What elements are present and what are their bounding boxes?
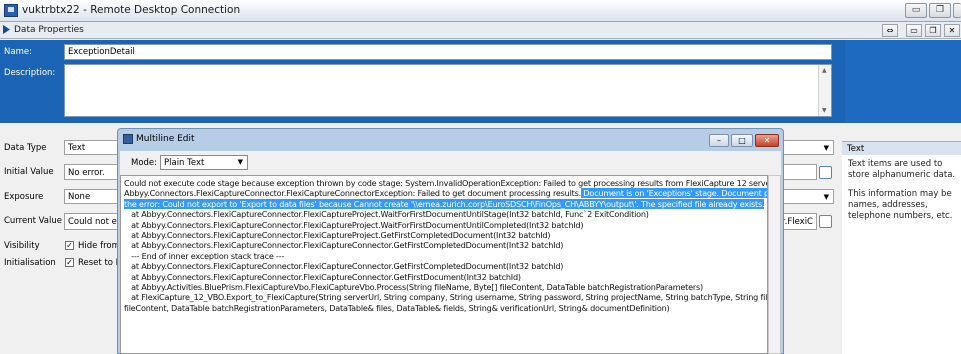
text-line: --- End of inner exception stack trace -… [124,251,764,261]
text-line-plain: at Abbyy.Connectors.FlexiCaptureConnecto… [124,271,521,282]
text-line-plain: at Abbyy.Connectors.FlexiCaptureConnecto… [124,209,649,220]
text-line: at FlexiCapture_12_VBO.Export_to_FlexiCa… [124,292,767,302]
initial-value-edit-button[interactable] [819,166,832,179]
text-lines: Could not execute code stage because exc… [124,178,767,313]
data-properties-header [0,22,961,39]
chevron-down-icon: ▼ [823,193,829,201]
minimize-button[interactable]: ▭ [905,3,927,18]
remote-desktop-icon [4,4,18,17]
name-label: Name: [4,47,32,57]
text-line: the error: Could not export to 'Export t… [124,198,765,209]
exposure-value: None [68,192,91,202]
text-line-plain: at Abbyy.Connectors.FlexiCaptureConnecto… [124,240,564,251]
text-line: Abbyy.Connectors.FlexiCaptureConnector.F… [124,188,767,199]
help-text-1: Text items are used to store alphanumeri… [848,159,956,180]
help-title: Text [842,141,961,155]
text-line-plain: fileContent, DataTable batchRegistration… [124,302,670,313]
text-line-selected: Document is on 'Exceptions' stage. Docum… [581,188,767,199]
text-line: Could not execute code stage because exc… [124,178,767,188]
text-scrollbar[interactable] [768,175,781,354]
panel-title: Data Properties [14,25,84,35]
text-line-plain: --- End of inner exception stack trace -… [124,250,285,261]
chevron-down-icon: ▼ [237,158,243,166]
text-line-plain: at Abbyy.Connectors.FlexiCaptureConnecto… [124,219,584,230]
text-line-selected: the error: Could not export to 'Export t… [124,198,765,209]
dialog-maximize-button[interactable]: □ [731,134,753,147]
panel-restore-button[interactable]: ❐ [925,24,941,37]
initial-value-label: Initial Value [4,167,54,177]
text-line-plain: at FlexiCapture_12_VBO.Export_to_FlexiCa… [124,292,768,303]
text-line: at Abbyy.Connectors.FlexiCaptureConnecto… [124,272,764,282]
visibility-label: Visibility [4,241,40,251]
scroll-up-icon[interactable]: ▲ [822,67,827,74]
name-input[interactable]: ExceptionDetail [64,44,832,60]
window-title: vuktrbtx22 - Remote Desktop Connection [22,4,241,16]
description-label: Description: [4,68,56,78]
dialog-close-button[interactable]: ✕ [755,134,779,147]
mode-value: Plain Text [164,158,205,168]
initialisation-label: Initialisation [4,258,56,268]
data-type-value: Text [68,143,86,153]
reset-checkbox[interactable]: ✓ [65,258,74,267]
mode-select[interactable]: Plain Text ▼ [160,155,248,170]
text-line-plain: at Abbyy.Connectors.FlexiCaptureConnecto… [124,230,551,241]
dialog-icon [123,134,133,144]
current-value-label: Current Value [4,216,62,226]
text-line: fileContent, DataTable batchRegistration… [124,303,764,313]
help-pane: Text items are used to store alphanumeri… [842,155,961,354]
hide-checkbox[interactable]: ✓ [65,241,74,250]
help-text-2: This information may be names, addresses… [848,189,953,221]
text-line-plain: Could not execute code stage because exc… [124,178,768,188]
text-line-plain: at Abbyy.Connectors.FlexiCaptureConnecto… [124,261,564,272]
dialog-minimize-button[interactable]: – [709,134,729,147]
swap-panel-button[interactable]: ⇔ [882,24,898,37]
multiline-text-area[interactable]: Could not execute code stage because exc… [120,175,768,354]
text-line: at Abbyy.Connectors.FlexiCaptureConnecto… [124,230,764,240]
description-input[interactable]: ▲ ▼ [64,64,832,117]
text-line: at Abbyy.Activities.BluePrism.FlexiCaptu… [124,282,764,292]
current-value-edit-button[interactable] [819,215,832,228]
panel-minimize-button[interactable]: ▭ [906,24,922,37]
text-line-plain: Abbyy.Connectors.FlexiCaptureConnector.F… [124,188,582,199]
text-line: at Abbyy.Connectors.FlexiCaptureConnecto… [124,261,764,271]
restore-button[interactable]: ❐ [929,3,951,18]
chevron-down-icon: ▼ [823,144,829,152]
close-button[interactable] [953,3,961,18]
description-scrollbar[interactable]: ▲ ▼ [818,65,831,116]
panel-close-button[interactable]: ✕ [944,24,960,37]
text-line: at Abbyy.Connectors.FlexiCaptureConnecto… [124,240,764,250]
data-type-label: Data Type [4,143,47,153]
scroll-down-icon[interactable]: ▼ [822,107,827,114]
dialog-title: Multiline Edit [136,134,195,144]
text-line: at Abbyy.Connectors.FlexiCaptureConnecto… [124,209,764,219]
blue-right-panel [845,40,961,123]
mode-label: Mode: [131,158,158,168]
exposure-label: Exposure [4,192,44,202]
text-line-plain: at Abbyy.Activities.BluePrism.FlexiCaptu… [124,282,704,293]
text-line: at Abbyy.Connectors.FlexiCaptureConnecto… [124,220,764,230]
